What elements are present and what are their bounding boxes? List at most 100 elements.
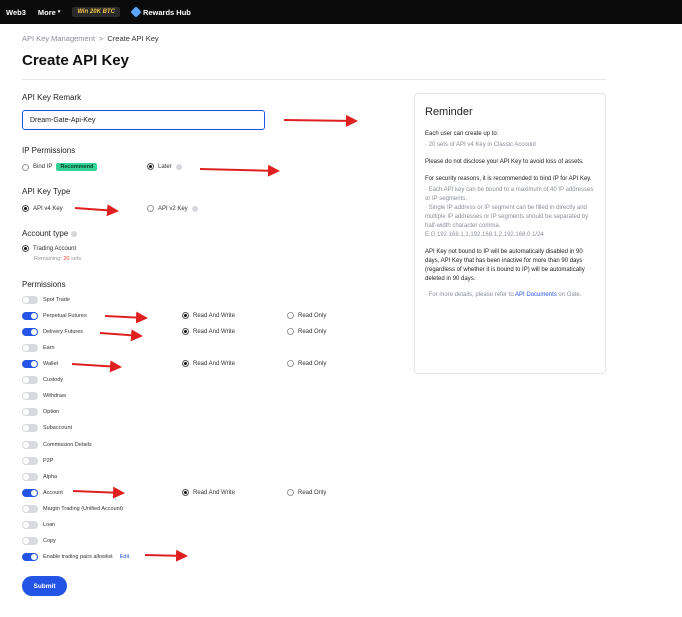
permission-label: Copy [43, 538, 56, 544]
info-icon[interactable] [175, 163, 182, 170]
permission-row: Margin Trading (Unified Account) [22, 504, 123, 514]
permission-row: Custody [22, 375, 63, 385]
permission-row: Withdraw [22, 391, 66, 401]
radio-bind-ip[interactable]: Bind IP Recommend [22, 163, 98, 171]
permissions-label: Permissions [22, 280, 66, 289]
reminder-p3-sub2: · Single IP address or IP segment can be… [425, 205, 589, 238]
radio-read-only[interactable]: Read Only [287, 328, 326, 335]
radio-api-v4[interactable]: API v4 Key [22, 205, 63, 212]
permission-toggle[interactable] [22, 296, 38, 304]
permission-label: Commission Details [43, 442, 92, 448]
radio-later[interactable]: Later [147, 163, 182, 170]
submit-button[interactable]: Submit [22, 576, 67, 596]
radio-read-only-label: Read Only [298, 489, 327, 496]
radio-read-only-label: Read Only [298, 328, 327, 335]
reminder-p3-sub1: · Each API key can be bound to a maximum… [425, 187, 594, 202]
permission-row: Copy [22, 536, 56, 546]
radio-read-and-write-dot [182, 489, 189, 496]
permission-label: Spot Trade [43, 297, 70, 303]
reminder-p4: API Key not bound to IP will be automati… [425, 249, 585, 282]
permission-row: Earn [22, 343, 55, 353]
remark-value: Dream-Gate-Api-Key [30, 116, 96, 124]
permission-row: Alpha [22, 472, 57, 482]
recommend-badge: Recommend [56, 163, 98, 171]
annotation-arrow [74, 204, 119, 217]
reminder-p3: For security reasons, it is recommended … [425, 176, 592, 182]
annotation-arrow [283, 114, 358, 127]
reminder-title: Reminder [425, 106, 473, 118]
permission-toggle[interactable] [22, 505, 38, 513]
radio-read-only-dot [287, 489, 294, 496]
permission-row: Spot Trade [22, 295, 70, 305]
permission-toggle[interactable] [22, 553, 38, 561]
permission-row: Wallet [22, 359, 58, 369]
permission-toggle[interactable] [22, 441, 38, 449]
reminder-p5: · For more details, please refer to API … [425, 291, 595, 300]
remark-label: API Key Remark [22, 93, 82, 102]
permission-toggle[interactable] [22, 312, 38, 320]
nav-rewards-hub[interactable]: Rewards Hub [130, 6, 191, 18]
radio-api-v4-dot [22, 205, 29, 212]
radio-bind-ip-label: Bind IP [33, 164, 53, 170]
radio-read-and-write[interactable]: Read And Write [182, 489, 235, 496]
permission-label: Wallet [43, 361, 59, 367]
nav-web3[interactable]: Web3 [6, 8, 26, 17]
permission-label: Withdraw [43, 393, 66, 399]
permission-toggle[interactable] [22, 344, 38, 352]
reminder-panel: Reminder Each user can create up to: · 2… [414, 93, 606, 374]
permission-toggle[interactable] [22, 521, 38, 529]
radio-read-and-write[interactable]: Read And Write [182, 360, 235, 367]
title-divider [22, 79, 606, 80]
promo-banner[interactable]: Win 20K BTC [72, 7, 120, 17]
nav-rewards-label: Rewards Hub [142, 7, 191, 17]
radio-bind-ip-dot [22, 163, 29, 171]
api-documents-link[interactable]: API Documents [515, 292, 557, 298]
permission-row: Delivery Futures [22, 327, 83, 337]
permission-row: Commission Details [22, 440, 92, 450]
permission-toggle[interactable] [22, 376, 38, 384]
permission-toggle[interactable] [22, 360, 38, 368]
permission-toggle[interactable] [22, 489, 38, 497]
permission-toggle[interactable] [22, 473, 38, 481]
radio-read-and-write[interactable]: Read And Write [182, 328, 235, 335]
permission-row: Subaccount [22, 423, 72, 433]
radio-api-v2-dot [147, 205, 154, 212]
permission-label: Margin Trading (Unified Account) [43, 506, 124, 512]
permission-label: Alpha [43, 474, 58, 480]
allowlist-edit-link[interactable]: Edit [120, 554, 129, 560]
remark-input[interactable]: Dream-Gate-Api-Key [22, 110, 265, 130]
permission-toggle[interactable] [22, 424, 38, 432]
ip-permissions-label: IP Permissions [22, 146, 76, 155]
breadcrumb-current: Create API Key [107, 34, 159, 43]
permission-toggle[interactable] [22, 408, 38, 416]
radio-read-and-write[interactable]: Read And Write [182, 312, 235, 319]
radio-trading-account[interactable]: Trading Account [22, 245, 76, 252]
remaining-prefix: Remaining: [34, 256, 62, 262]
radio-api-v2[interactable]: API v2 Key [147, 205, 198, 212]
radio-read-only[interactable]: Read Only [287, 312, 326, 319]
permission-toggle[interactable] [22, 537, 38, 545]
radio-read-and-write-label: Read And Write [193, 328, 235, 335]
radio-read-and-write-label: Read And Write [193, 312, 235, 319]
radio-read-and-write-label: Read And Write [193, 360, 235, 367]
permission-label: Enable trading pairs allowlist [43, 554, 113, 560]
radio-read-only[interactable]: Read Only [287, 489, 326, 496]
info-icon[interactable] [71, 230, 78, 237]
info-icon[interactable] [191, 205, 198, 212]
account-type-label-row: Account type [22, 229, 78, 238]
reminder-p2: Please do not disclose your API Key to a… [425, 159, 584, 165]
permission-toggle[interactable] [22, 328, 38, 336]
breadcrumb-separator: > [98, 34, 104, 43]
key-type-label: API Key Type [22, 187, 71, 196]
nav-more[interactable]: More ▾ [38, 8, 60, 17]
permission-toggle[interactable] [22, 457, 38, 465]
annotation-arrow [72, 486, 125, 499]
radio-read-only-label: Read Only [298, 360, 327, 367]
breadcrumb-parent[interactable]: API Key Management [22, 34, 95, 43]
permission-label: Subaccount [43, 425, 73, 431]
permission-toggle[interactable] [22, 392, 38, 400]
permission-label: Account [43, 490, 63, 496]
radio-read-only[interactable]: Read Only [287, 360, 326, 367]
permission-row: Option [22, 407, 59, 417]
rewards-icon [130, 6, 142, 18]
